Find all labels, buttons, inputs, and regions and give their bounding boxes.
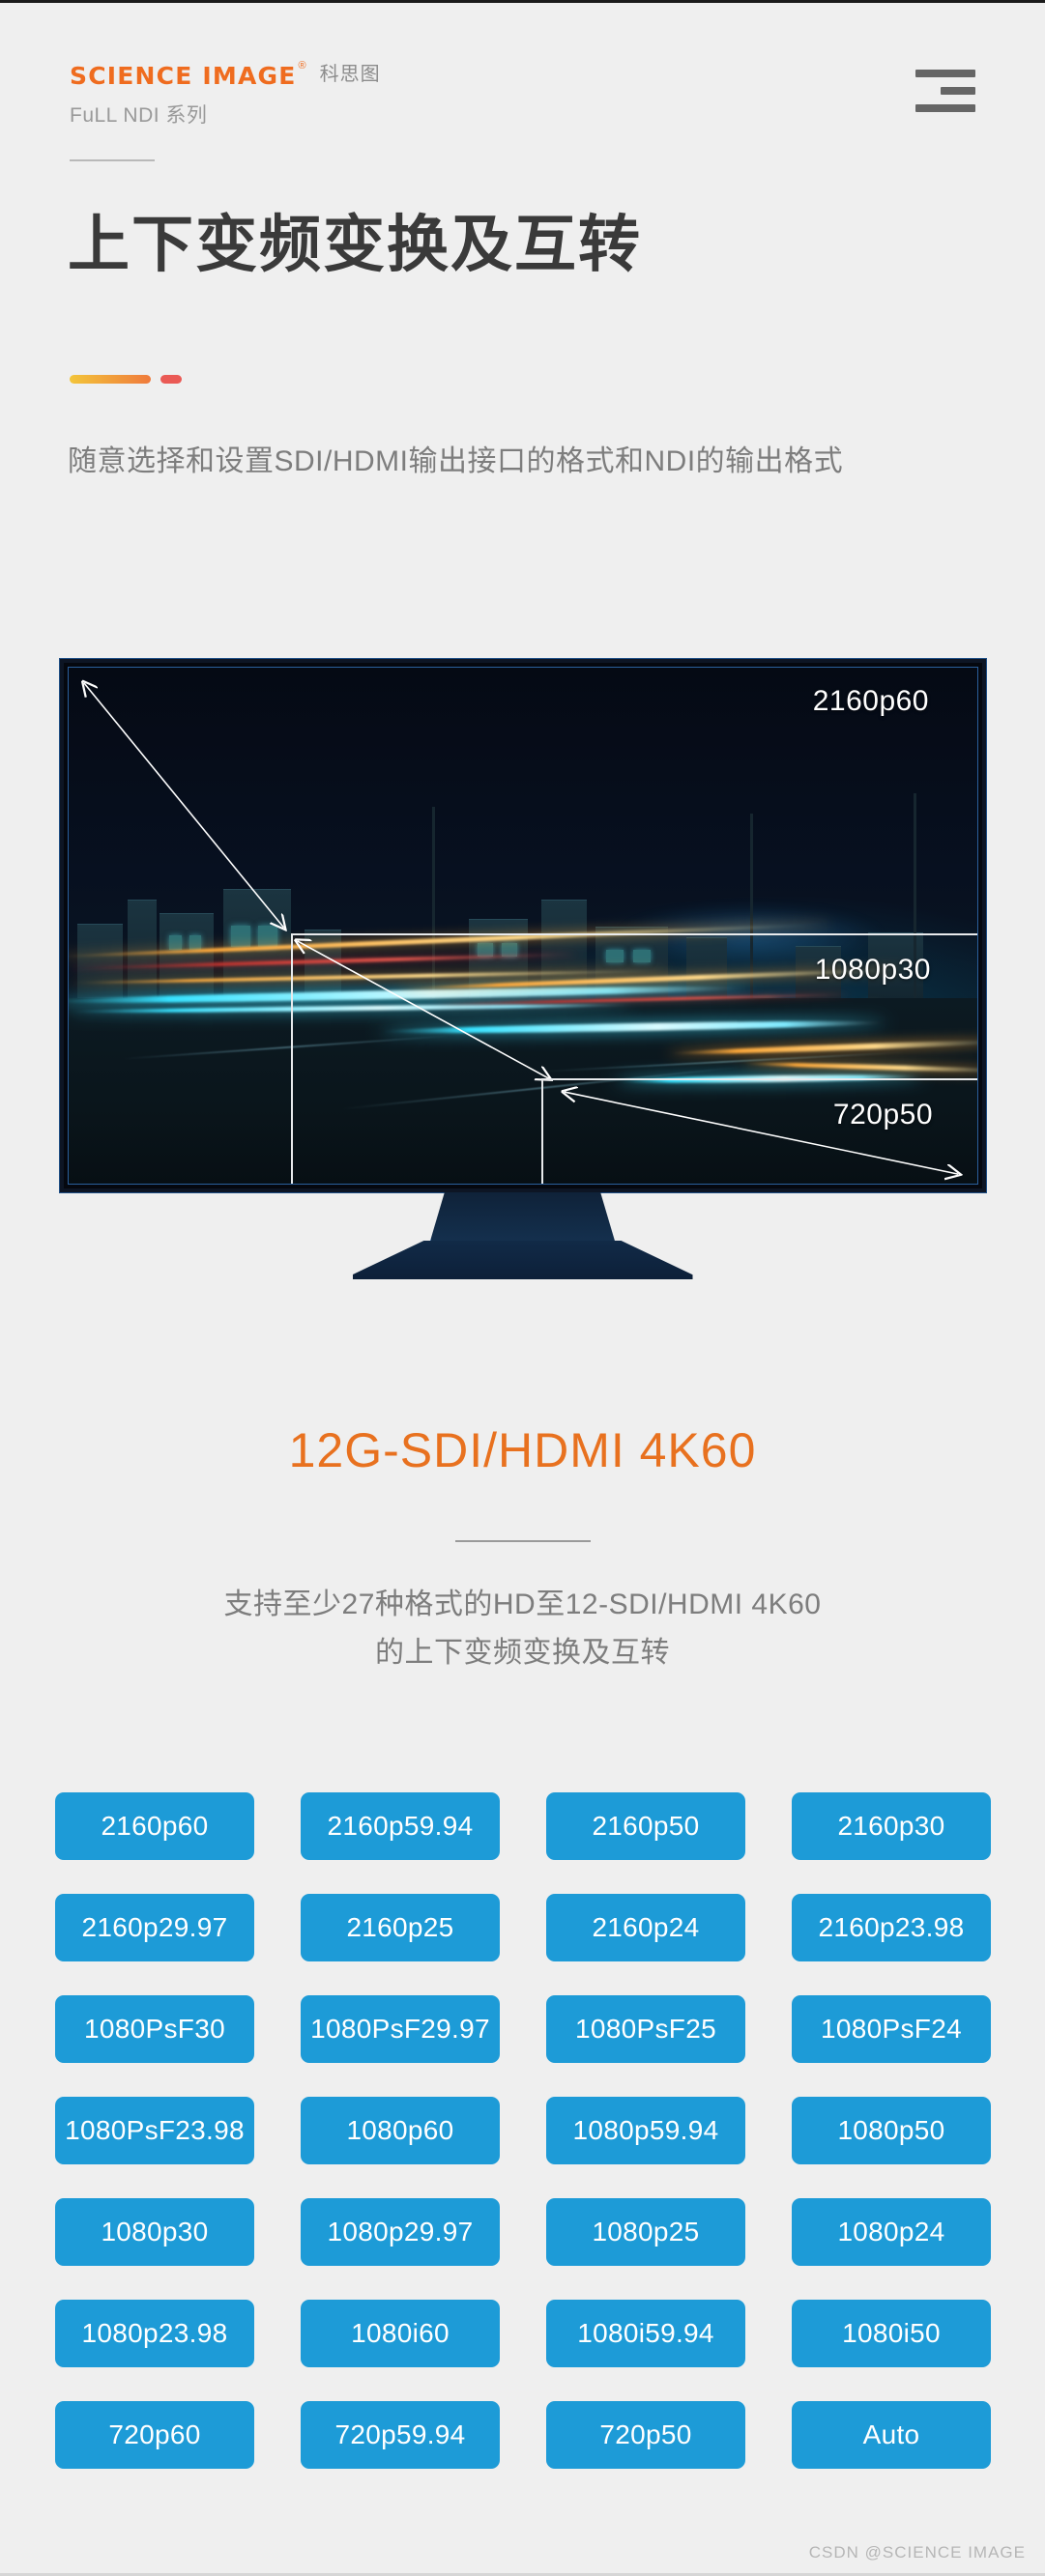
- hamburger-bar-top: [915, 70, 975, 77]
- format-badge[interactable]: 2160p30: [792, 1792, 991, 1860]
- feature-description-line2: 的上下变频变换及互转: [375, 1636, 670, 1669]
- format-badge[interactable]: 2160p23.98: [792, 1894, 991, 1961]
- accent-bar: [70, 375, 151, 384]
- format-badge[interactable]: 2160p50: [546, 1792, 745, 1860]
- resolution-label-2160p60: 2160p60: [812, 685, 929, 717]
- format-badge[interactable]: 1080p24: [792, 2198, 991, 2266]
- format-badge[interactable]: 1080PsF25: [546, 1995, 745, 2063]
- hamburger-bar-bottom: [915, 104, 975, 112]
- format-badge[interactable]: 720p50: [546, 2401, 745, 2469]
- page-title: 上下变频变换及互转: [68, 210, 642, 279]
- format-badge[interactable]: 2160p25: [301, 1894, 500, 1961]
- format-badge[interactable]: 720p60: [55, 2401, 254, 2469]
- product-detail-page: SCIENCE IMAGE ® 科思图 FuLL NDI 系列 上下变频变换及互…: [0, 0, 1045, 2576]
- resolution-label-720p50: 720p50: [832, 1098, 933, 1131]
- feature-description: 支持至少27种格式的HD至12-SDI/HDMI 4K60 的上下变频变换及互转: [0, 1581, 1045, 1676]
- feature-description-line1: 支持至少27种格式的HD至12-SDI/HDMI 4K60: [223, 1589, 822, 1620]
- format-badge[interactable]: 1080p25: [546, 2198, 745, 2266]
- format-badge[interactable]: 2160p59.94: [301, 1792, 500, 1860]
- brand-primary-row: SCIENCE IMAGE ® 科思图: [70, 60, 381, 90]
- accent-dot: [160, 375, 182, 384]
- format-badge[interactable]: 1080p60: [301, 2097, 500, 2164]
- format-badge[interactable]: Auto: [792, 2401, 991, 2469]
- format-badge[interactable]: 1080p30: [55, 2198, 254, 2266]
- format-badge[interactable]: 1080p50: [792, 2097, 991, 2164]
- feature-divider: [454, 1540, 591, 1542]
- format-badge[interactable]: 720p59.94: [301, 2401, 500, 2469]
- page-subtitle: 随意选择和设置SDI/HDMI输出接口的格式和NDI的输出格式: [68, 445, 844, 477]
- format-badge[interactable]: 1080i50: [792, 2300, 991, 2367]
- format-badge[interactable]: 1080PsF23.98: [55, 2097, 254, 2164]
- format-badge[interactable]: 1080i60: [301, 2300, 500, 2367]
- format-badge-grid: 2160p60 2160p59.94 2160p50 2160p30 2160p…: [55, 1792, 991, 2469]
- feature-headline: 12G-SDI/HDMI 4K60: [288, 1423, 757, 1477]
- hamburger-menu-icon[interactable]: [915, 70, 975, 114]
- accent-divider: [70, 375, 182, 384]
- brand-wordmark: SCIENCE IMAGE: [70, 62, 297, 90]
- tv-stand-base: [352, 1241, 693, 1279]
- brand-name-chinese: 科思图: [319, 64, 381, 85]
- format-badge[interactable]: 1080p59.94: [546, 2097, 745, 2164]
- tv-screen: 2160p60 1080p30 720p50: [68, 667, 978, 1185]
- hamburger-bar-middle: [941, 87, 975, 95]
- tv-illustration: 2160p60 1080p30 720p50: [0, 659, 1045, 1335]
- tv-monitor: 2160p60 1080p30 720p50: [60, 659, 986, 1192]
- brand-divider: [70, 159, 155, 161]
- format-badge[interactable]: 1080p23.98: [55, 2300, 254, 2367]
- tv-stand-neck: [429, 1192, 616, 1243]
- resolution-label-1080p30: 1080p30: [814, 954, 931, 987]
- format-badge[interactable]: 1080p29.97: [301, 2198, 500, 2266]
- page-header: SCIENCE IMAGE ® 科思图 FuLL NDI 系列: [0, 0, 1045, 193]
- format-badge[interactable]: 1080PsF30: [55, 1995, 254, 2063]
- format-badge[interactable]: 1080i59.94: [546, 2300, 745, 2367]
- format-badge[interactable]: 2160p60: [55, 1792, 254, 1860]
- brand-series-label: FuLL NDI 系列: [70, 104, 208, 127]
- format-badge[interactable]: 2160p29.97: [55, 1894, 254, 1961]
- brand-logo: SCIENCE IMAGE ® 科思图 FuLL NDI 系列: [70, 60, 381, 129]
- watermark: CSDN @SCIENCE IMAGE: [808, 2543, 1026, 2562]
- registered-trademark-icon: ®: [298, 60, 306, 72]
- format-badge[interactable]: 2160p24: [546, 1894, 745, 1961]
- format-badge[interactable]: 1080PsF24: [792, 1995, 991, 2063]
- format-badge[interactable]: 1080PsF29.97: [301, 1995, 500, 2063]
